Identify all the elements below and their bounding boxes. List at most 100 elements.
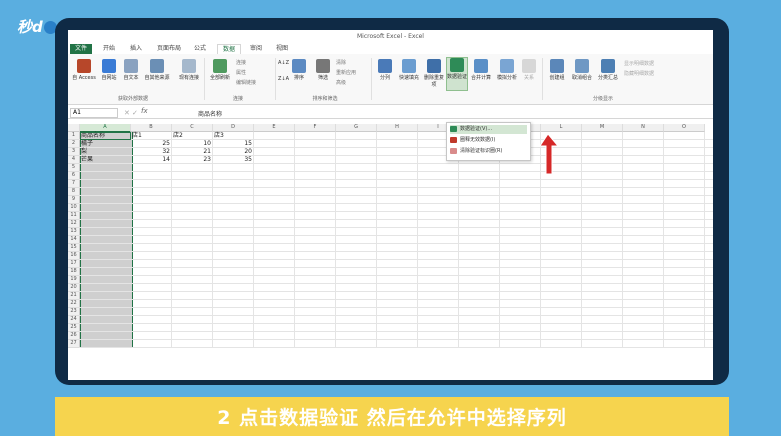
cell[interactable]: 店1 bbox=[132, 132, 170, 139]
separator bbox=[204, 58, 205, 100]
gridline bbox=[79, 227, 713, 228]
select-all-corner[interactable] bbox=[68, 124, 80, 132]
advanced-button[interactable]: 高级 bbox=[336, 79, 346, 86]
remove-duplicates-label: 删除重复项 bbox=[424, 75, 445, 88]
data-validation-icon bbox=[450, 58, 464, 72]
tab-insert[interactable]: 插入 bbox=[125, 44, 147, 54]
relationships-icon bbox=[522, 59, 536, 73]
refresh-icon bbox=[213, 59, 227, 73]
clear-button[interactable]: 清除 bbox=[336, 59, 346, 66]
gridline bbox=[79, 243, 713, 244]
clear-circles-icon bbox=[450, 147, 457, 154]
column-header-f[interactable]: F bbox=[295, 124, 336, 132]
menu-label: 清除验证标识圈(R) bbox=[460, 148, 503, 154]
existing-connections-button[interactable]: 现有连接 bbox=[176, 59, 202, 81]
sort-label: 排序 bbox=[293, 75, 304, 81]
from-other-button[interactable]: 自其他来源 bbox=[142, 59, 172, 81]
filter-button[interactable]: 筛选 bbox=[314, 59, 332, 81]
from-access-button[interactable]: 自 Access bbox=[70, 59, 98, 81]
sort-button[interactable]: 排序 bbox=[290, 59, 308, 81]
menu-item-data-validation[interactable]: 数据验证(V)... bbox=[450, 125, 527, 134]
sort-za-button[interactable]: Z↓A bbox=[278, 76, 289, 82]
remove-duplicates-button[interactable]: 删除重复项 bbox=[424, 59, 444, 88]
cell[interactable]: 15 bbox=[214, 140, 252, 147]
from-text-label: 自文本 bbox=[123, 75, 139, 81]
text-file-icon bbox=[124, 59, 138, 73]
what-if-label: 模拟分析 bbox=[496, 75, 517, 81]
group-button[interactable]: 创建组 bbox=[546, 59, 568, 81]
cell[interactable]: 店3 bbox=[214, 132, 252, 139]
hide-detail-button[interactable]: 隐藏明细数据 bbox=[624, 70, 654, 77]
active-cell-outline bbox=[80, 132, 131, 140]
tab-home[interactable]: 开始 bbox=[98, 44, 120, 54]
connections-button[interactable]: 连接 bbox=[236, 59, 246, 66]
properties-button[interactable]: 属性 bbox=[236, 69, 246, 76]
cell[interactable]: 21 bbox=[173, 148, 211, 155]
column-header-c[interactable]: C bbox=[172, 124, 213, 132]
flash-fill-icon bbox=[402, 59, 416, 73]
cell[interactable]: 橘子 bbox=[81, 140, 129, 147]
name-box[interactable]: A1 bbox=[70, 108, 118, 118]
what-if-button[interactable]: 模拟分析 bbox=[495, 59, 519, 81]
ribbon: 自 Access 自网站 自文本 自其他来源 现有连接 获取外部数据 全部刷新 … bbox=[68, 54, 713, 105]
cell[interactable]: 芒果 bbox=[81, 156, 129, 163]
text-to-columns-button[interactable]: 分列 bbox=[376, 59, 394, 81]
menu-label: 数据验证(V)... bbox=[460, 126, 493, 132]
tab-view[interactable]: 视图 bbox=[271, 44, 293, 54]
refresh-all-button[interactable]: 全部刷新 bbox=[207, 59, 233, 81]
gridline bbox=[79, 219, 713, 220]
tab-page-layout[interactable]: 页面布局 bbox=[152, 44, 186, 54]
subtotal-label: 分类汇总 bbox=[597, 75, 618, 81]
formula-content[interactable]: 商品名称 bbox=[198, 109, 222, 118]
consolidate-button[interactable]: 合并计算 bbox=[469, 59, 493, 81]
cell[interactable]: 23 bbox=[173, 156, 211, 163]
group-sort-filter: 排序和筛选 bbox=[312, 96, 338, 102]
cell[interactable]: 店2 bbox=[173, 132, 211, 139]
from-text-button[interactable]: 自文本 bbox=[120, 59, 142, 81]
tab-file[interactable]: 文件 bbox=[70, 44, 93, 54]
gridline bbox=[79, 275, 713, 276]
column-header-m[interactable]: M bbox=[582, 124, 623, 132]
column-header-g[interactable]: G bbox=[336, 124, 377, 132]
show-detail-button[interactable]: 显示明细数据 bbox=[624, 60, 654, 67]
column-header-e[interactable]: E bbox=[254, 124, 295, 132]
gridline bbox=[79, 323, 713, 324]
sort-az-button[interactable]: A↓Z bbox=[278, 60, 289, 66]
cell[interactable]: 20 bbox=[214, 148, 252, 155]
formula-bar: A1 ✕ ✓ fx 商品名称 bbox=[68, 107, 713, 119]
circle-invalid-icon bbox=[450, 136, 457, 143]
relationships-button[interactable]: 关系 bbox=[521, 59, 537, 81]
cell[interactable]: 32 bbox=[132, 148, 170, 155]
column-header-n[interactable]: N bbox=[623, 124, 664, 132]
access-icon bbox=[77, 59, 91, 73]
subtotal-button[interactable]: 分类汇总 bbox=[596, 59, 620, 81]
cell[interactable]: 25 bbox=[132, 140, 170, 147]
ungroup-icon bbox=[575, 59, 589, 73]
cell[interactable]: 梨 bbox=[81, 148, 129, 155]
menu-item-circle-invalid[interactable]: 圈释无效数据(I) bbox=[450, 136, 495, 145]
tab-review[interactable]: 审阅 bbox=[245, 44, 267, 54]
flash-fill-button[interactable]: 快速填充 bbox=[396, 59, 422, 81]
column-header-h[interactable]: H bbox=[377, 124, 418, 132]
column-header-b[interactable]: B bbox=[131, 124, 172, 132]
fx-icon[interactable]: fx bbox=[141, 107, 148, 115]
sort-icon bbox=[292, 59, 306, 73]
from-web-button[interactable]: 自网站 bbox=[98, 59, 120, 81]
excel-window: Microsoft Excel - Excel 文件 开始 插入 页面布局 公式… bbox=[68, 30, 713, 380]
edit-links-button[interactable]: 编辑链接 bbox=[236, 79, 256, 86]
reapply-button[interactable]: 重新应用 bbox=[336, 69, 356, 76]
ungroup-button[interactable]: 取消组合 bbox=[570, 59, 594, 81]
cancel-icon[interactable]: ✕ bbox=[124, 109, 130, 117]
caption-bar: 2 点击数据验证 然后在允许中选择序列 bbox=[55, 397, 729, 436]
column-header-o[interactable]: O bbox=[664, 124, 705, 132]
cell[interactable]: 14 bbox=[132, 156, 170, 163]
cell[interactable]: 10 bbox=[173, 140, 211, 147]
relationships-label: 关系 bbox=[523, 75, 534, 81]
menu-item-clear-circles[interactable]: 清除验证标识圈(R) bbox=[450, 147, 502, 156]
tab-formulas[interactable]: 公式 bbox=[189, 44, 211, 54]
confirm-icon[interactable]: ✓ bbox=[132, 109, 138, 117]
data-validation-button[interactable]: 数据验证 bbox=[446, 57, 468, 91]
cell[interactable]: 35 bbox=[214, 156, 252, 163]
group-button-label: 创建组 bbox=[549, 75, 565, 81]
column-header-d[interactable]: D bbox=[213, 124, 254, 132]
